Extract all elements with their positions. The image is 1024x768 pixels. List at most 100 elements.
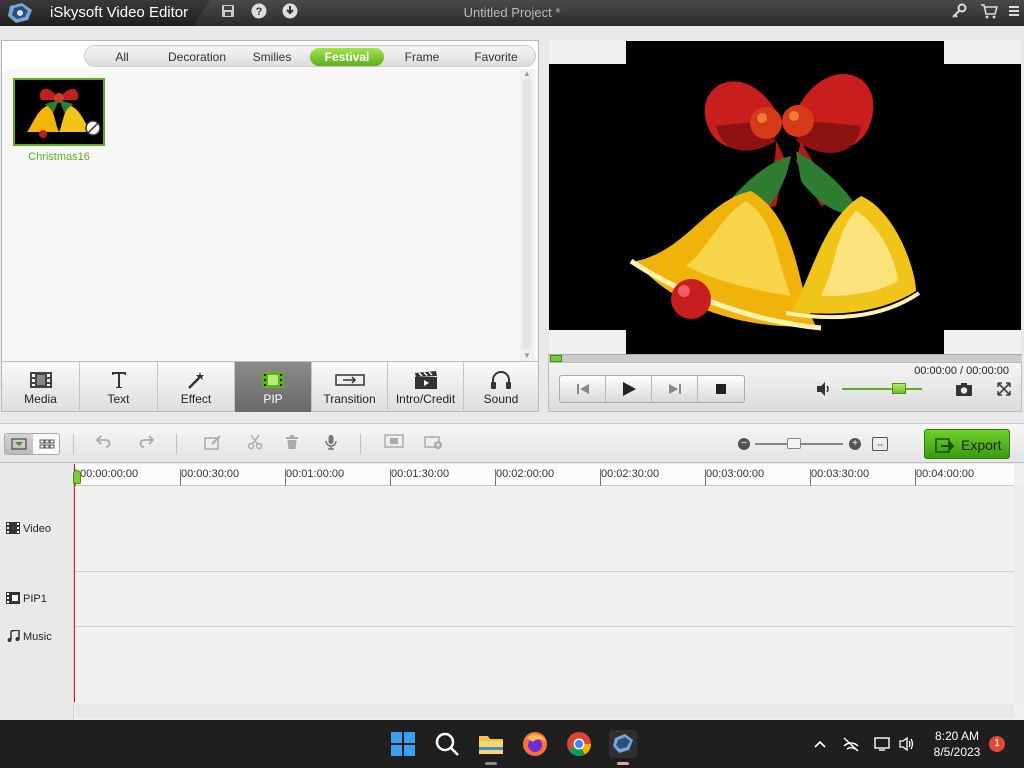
zoom-slider-handle[interactable]: [787, 438, 801, 449]
library-scroll-track[interactable]: [523, 79, 531, 349]
previous-frame-button[interactable]: [560, 376, 606, 402]
redo-icon[interactable]: [136, 434, 158, 454]
file-explorer-icon[interactable]: [477, 730, 505, 758]
svg-text:?: ?: [256, 6, 263, 18]
tool-tabs: Media Text Effect PIP Transition Intro/C…: [2, 361, 538, 412]
firefox-icon[interactable]: [521, 730, 549, 758]
playback-controls: [559, 375, 745, 403]
play-icon: [622, 382, 636, 396]
notification-badge[interactable]: 1: [989, 736, 1005, 752]
tab-sound[interactable]: Sound: [464, 362, 538, 412]
zoom-out-icon[interactable]: −: [738, 438, 750, 450]
view-toggle[interactable]: [4, 433, 60, 455]
speaker-icon[interactable]: [898, 736, 916, 752]
iskysoft-taskbar-icon[interactable]: [609, 730, 637, 758]
download-icon[interactable]: [280, 3, 300, 23]
category-bar: All Decoration Smilies Festival Frame Fa…: [84, 45, 536, 67]
settings-icon[interactable]: [423, 434, 445, 454]
toolbar-separator: [73, 434, 74, 454]
search-icon[interactable]: [433, 730, 461, 758]
category-festival[interactable]: Festival: [310, 48, 384, 66]
preview-controls: 00:00:00 / 00:00:00: [548, 362, 1022, 412]
category-decoration[interactable]: Decoration: [159, 48, 235, 66]
title-bar: iSkysoft Video Editor ? Untitled Project…: [0, 0, 1024, 26]
library-panel: All Decoration Smilies Festival Frame Fa…: [1, 40, 539, 412]
timeline-toolbar: − + ⇔ Export: [0, 423, 1024, 463]
tab-pip[interactable]: PIP: [235, 362, 312, 412]
windows-start-icon[interactable]: [389, 730, 417, 758]
key-icon[interactable]: [949, 3, 969, 23]
film-icon: [29, 372, 52, 388]
export-button[interactable]: Export: [924, 429, 1010, 459]
storyboard-view-icon[interactable]: [33, 434, 60, 454]
ruler-tick-label: 00:03:00:00: [706, 468, 765, 480]
microphone-icon[interactable]: [320, 434, 342, 454]
track-header-column: Video PIP1 Music: [0, 464, 74, 720]
track-header-pip1: PIP1: [6, 592, 47, 605]
export-icon: [935, 438, 955, 453]
timeline-horizontal-scrollbar[interactable]: [75, 704, 1014, 718]
volume-icon[interactable]: [815, 381, 833, 397]
category-frame[interactable]: Frame: [389, 48, 455, 66]
stop-button[interactable]: [698, 376, 744, 402]
category-smilies[interactable]: Smilies: [239, 48, 305, 66]
ruler-tick-label: 00:00:30:00: [181, 468, 240, 480]
chrome-icon[interactable]: [565, 730, 593, 758]
volume-slider-handle[interactable]: [892, 383, 906, 394]
playhead-handle[interactable]: [73, 470, 81, 484]
crop-icon[interactable]: [383, 434, 405, 454]
export-label: Export: [961, 437, 1002, 453]
track-label-music: Music: [23, 631, 52, 643]
volume-slider[interactable]: [842, 388, 922, 390]
clock-time: 8:20 AM: [934, 729, 980, 743]
help-icon[interactable]: ?: [249, 3, 269, 23]
network-offline-icon[interactable]: [842, 736, 860, 752]
ruler-tick-label: 00:01:00:00: [286, 468, 345, 480]
toolbar-separator: [176, 434, 177, 454]
chevron-up-icon[interactable]: [811, 736, 829, 752]
menu-icon[interactable]: [1004, 3, 1024, 23]
seek-handle[interactable]: [550, 355, 562, 362]
preview-seekbar[interactable]: [548, 354, 1022, 362]
pip1-track[interactable]: [75, 572, 1014, 627]
timeline-view-button[interactable]: [5, 434, 33, 454]
taskbar-clock[interactable]: 8:20 AM 8/5/2023: [928, 728, 986, 760]
edit-icon[interactable]: [202, 434, 224, 454]
taskbar: 8:20 AM 8/5/2023 1: [0, 720, 1024, 768]
cart-icon[interactable]: [979, 3, 999, 23]
fullscreen-icon[interactable]: [996, 381, 1012, 397]
scissors-icon[interactable]: [244, 434, 266, 454]
next-frame-icon: [668, 384, 681, 394]
scroll-up-icon[interactable]: ▲: [520, 69, 534, 79]
timeline-vertical-scrollbar[interactable]: [1014, 486, 1024, 704]
camera-icon[interactable]: [955, 381, 973, 397]
library-scrollbar[interactable]: ▲ ▼: [520, 69, 534, 361]
trash-icon[interactable]: [281, 434, 303, 454]
music-track[interactable]: [75, 627, 1014, 704]
tab-intro-credit[interactable]: Intro/Credit: [388, 362, 464, 412]
tab-effect[interactable]: Effect: [158, 362, 235, 412]
category-all[interactable]: All: [89, 48, 155, 66]
tab-pip-label: PIP: [263, 392, 283, 406]
iskysoft-running-indicator: [617, 762, 629, 765]
track-label-pip1: PIP1: [23, 593, 47, 605]
video-track[interactable]: [75, 486, 1014, 572]
timeline-ruler[interactable]: 00:00:00:00 00:00:30:00 00:01:00:00 00:0…: [75, 464, 1014, 486]
tab-text[interactable]: Text: [80, 362, 158, 412]
undo-icon[interactable]: [92, 434, 114, 454]
category-favorite[interactable]: Favorite: [461, 48, 531, 66]
play-button[interactable]: [606, 376, 652, 402]
display-icon[interactable]: [874, 736, 892, 752]
bells-thumbnail-icon: [15, 80, 103, 144]
save-icon[interactable]: [218, 3, 238, 23]
fit-timeline-icon[interactable]: ⇔: [872, 437, 888, 451]
ruler-tick-label: 00:04:00:00: [916, 468, 975, 480]
scroll-down-icon[interactable]: ▼: [520, 351, 534, 361]
library-item-thumbnail[interactable]: [13, 78, 105, 146]
tab-transition[interactable]: Transition: [312, 362, 388, 412]
tab-media[interactable]: Media: [2, 362, 80, 412]
zoom-in-icon[interactable]: +: [849, 438, 861, 450]
playhead[interactable]: [74, 464, 75, 702]
christmas-bells-image: [629, 73, 921, 331]
next-frame-button[interactable]: [652, 376, 698, 402]
